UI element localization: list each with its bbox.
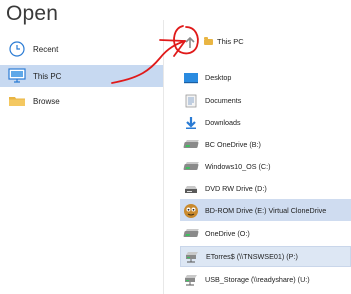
address-bar: This PC [164, 30, 351, 56]
nav-item-label: Browse [33, 96, 60, 106]
list-item-label: DVD RW Drive (D:) [205, 184, 267, 193]
drive-icon [183, 138, 199, 152]
list-item-label: ETorres$ (\\TNSWSE01) (P:) [206, 252, 298, 261]
list-item-drive-p[interactable]: ETorres$ (\\TNSWSE01) (P:) [180, 246, 351, 267]
clonedrive-icon [183, 203, 199, 218]
network-drive-icon [184, 250, 200, 264]
drive-icon [183, 160, 199, 174]
nav-item-label: This PC [33, 71, 62, 81]
list-item-label: Desktop [205, 73, 232, 82]
desktop-icon [183, 71, 199, 85]
drive-icon [183, 227, 199, 241]
folder-icon [7, 92, 29, 110]
breadcrumb-label: This PC [217, 37, 244, 46]
list-item-drive-c[interactable]: Windows10_OS (C:) [180, 157, 351, 176]
downloads-icon [183, 116, 199, 130]
list-item-drive-e[interactable]: BD-ROM Drive (E:) Virtual CloneDrive [180, 199, 351, 221]
list-item-drive-u[interactable]: USB_Storage (\\readyshare) (U:) [180, 270, 351, 289]
list-item-label: Downloads [205, 118, 241, 127]
folder-icon [204, 36, 213, 45]
list-item-label: Documents [205, 96, 242, 105]
documents-icon [183, 94, 199, 108]
up-arrow-icon[interactable] [183, 36, 197, 50]
list-item-desktop[interactable]: Desktop [180, 68, 351, 87]
dvd-drive-icon [183, 182, 199, 196]
list-item-documents[interactable]: Documents [180, 91, 351, 110]
list-item-label: OneDrive (O:) [205, 229, 250, 238]
computer-icon [7, 67, 29, 85]
list-item-label: Windows10_OS (C:) [205, 162, 271, 171]
breadcrumb[interactable]: This PC [204, 36, 244, 46]
network-drive-icon [183, 273, 199, 287]
nav-item-recent[interactable]: Recent [0, 38, 163, 60]
nav-item-this-pc[interactable]: This PC [0, 65, 163, 87]
list-item-label: USB_Storage (\\readyshare) (U:) [205, 275, 310, 284]
list-item-label: BD-ROM Drive (E:) Virtual CloneDrive [205, 205, 327, 215]
list-item-drive-b[interactable]: BC OneDrive (B:) [180, 135, 351, 154]
clock-icon [7, 40, 29, 58]
list-item-drive-o[interactable]: OneDrive (O:) [180, 224, 351, 243]
list-item-downloads[interactable]: Downloads [180, 113, 351, 132]
dialog-title: Open [6, 2, 59, 25]
list-item-label: BC OneDrive (B:) [205, 140, 261, 149]
nav-item-label: Recent [33, 44, 59, 54]
list-item-drive-d[interactable]: DVD RW Drive (D:) [180, 179, 351, 198]
pane-divider [163, 20, 164, 294]
left-navigation: Recent This PC Browse [0, 34, 163, 294]
nav-item-browse[interactable]: Browse [0, 90, 163, 112]
